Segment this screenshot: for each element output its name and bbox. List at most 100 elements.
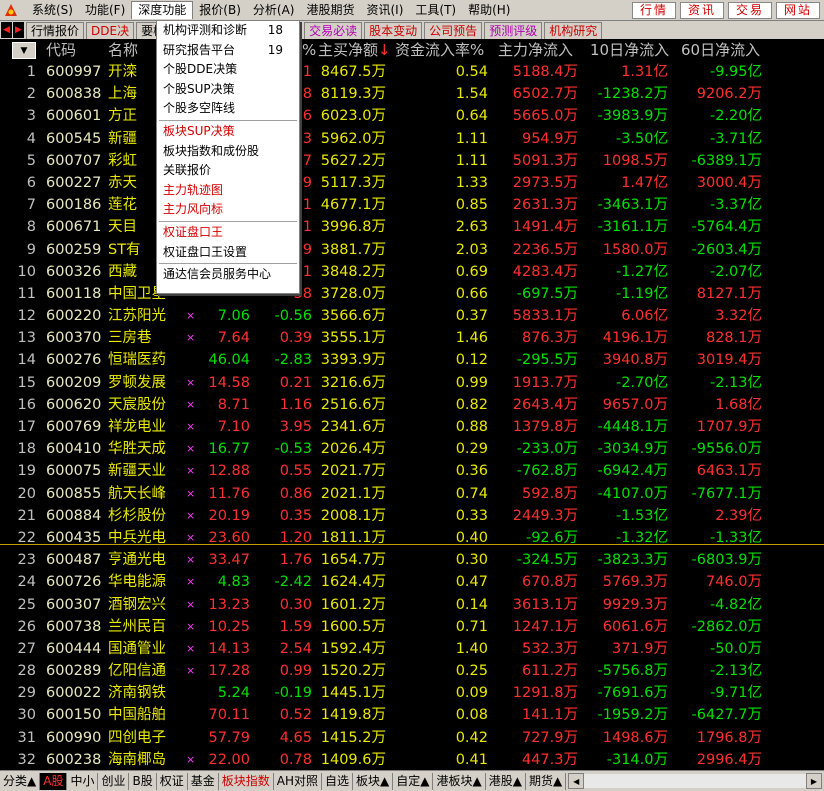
scroll-track[interactable] — [584, 774, 806, 788]
header-60d-net[interactable]: 60日净流入 — [681, 40, 760, 60]
menu-item-1[interactable]: 功能(F) — [79, 1, 131, 19]
table-row[interactable]: 32 600238 海南椰岛 × 22.00 0.78 1409.6万 0.41 447.3万 -… — [0, 749, 824, 771]
dropdown-item-9[interactable]: 主力轨迹图 — [157, 181, 299, 201]
menu-item-2[interactable]: 深度功能 — [131, 1, 194, 19]
table-row[interactable]: 21 600884 杉杉股份 × 20.19 0.35 2008.1万 0.33 2449.3万… — [0, 505, 824, 527]
table-row[interactable]: 26 600738 兰州民百 × 10.25 1.59 1600.5万 0.71 1247.1万… — [0, 616, 824, 638]
table-row[interactable]: 31 600990 四创电子 57.79 4.65 1415.2万 0.42 727.9万 14… — [0, 727, 824, 749]
table-row[interactable]: 19 600075 新疆天业 × 12.88 0.55 2021.7万 0.36 -762.8万… — [0, 460, 824, 482]
bottom-tab-3[interactable]: 创业 — [98, 772, 130, 790]
row-index: 9 — [26, 241, 36, 258]
header-10d-net[interactable]: 10日净流入 — [590, 40, 669, 60]
table-row[interactable]: 3 600601 方正 6 6023.0万 0.64 5665.0万 -3983.9万 -2.2… — [0, 105, 824, 127]
header-name[interactable]: 名称 — [108, 40, 138, 60]
bottom-tab-6[interactable]: 基金 — [188, 772, 219, 790]
table-row[interactable]: 10 600326 西藏 1 3848.2万 0.69 4283.4万 -1.27亿 -2.07… — [0, 261, 824, 283]
dropdown-item-label: 通达信会员服务中心 — [163, 267, 272, 282]
tab-8[interactable]: 预测评级 — [484, 21, 543, 39]
dropdown-item-8[interactable]: 关联报价 — [157, 161, 299, 181]
menu-item-7[interactable]: 工具(T) — [409, 1, 462, 19]
header-buy-amount[interactable]: 主买净额↓ — [318, 40, 391, 60]
tab-9[interactable]: 机构研究 — [544, 21, 603, 39]
ten-day-inflow: 1.31亿 — [621, 64, 668, 80]
menu-item-0[interactable]: 系统(S) — [26, 1, 79, 19]
table-row[interactable]: 2 600838 上海 8 8119.3万 1.54 6502.7万 -1238.2万 9206… — [0, 83, 824, 105]
table-row[interactable]: 25 600307 酒钢宏兴 × 13.23 0.30 1601.2万 0.14 3613.1万… — [0, 594, 824, 616]
bottom-tab-9[interactable]: 自选 — [322, 772, 354, 790]
bottom-tab-12[interactable]: 港板块▲ — [433, 772, 486, 790]
toolbar-button-2[interactable]: 交易 — [727, 1, 772, 19]
scroll-left-icon[interactable]: ◀ — [568, 773, 585, 789]
dropdown-item-1[interactable]: 研究报告平台 19 — [157, 41, 299, 61]
header-code[interactable]: 代码 — [46, 40, 76, 60]
bottom-tab-2[interactable]: 中小 — [67, 772, 99, 790]
bottom-tab-5[interactable]: 权证 — [157, 772, 188, 790]
table-row[interactable]: 12 600220 江苏阳光 × 7.06 -0.56 3566.6万 0.37 5833.1万… — [0, 305, 824, 327]
menu-item-3[interactable]: 报价(B) — [193, 1, 247, 19]
tab-6[interactable]: 股本变动 — [364, 21, 423, 39]
bottom-tab-8[interactable]: AH对照 — [274, 772, 322, 790]
table-row[interactable]: 22 600435 中兵光电 × 23.60 1.20 1811.1万 0.40 -92.6万 -… — [0, 527, 824, 549]
bottom-tab-11[interactable]: 自定▲ — [393, 772, 434, 790]
header-pct[interactable]: % — [302, 40, 316, 60]
table-row[interactable]: 9 600259 ST有 59 3881.7万 2.03 2236.5万 1580.0万 -26… — [0, 239, 824, 261]
dropdown-item-6[interactable]: 板块SUP决策 — [157, 122, 299, 142]
bottom-tab-4[interactable]: B股 — [129, 772, 157, 790]
tab-5[interactable]: 交易必读 — [304, 21, 363, 39]
dropdown-item-13[interactable]: 权证盘口王设置 — [157, 243, 299, 263]
table-row[interactable]: 28 600289 亿阳信通 × 17.28 0.99 1520.2万 0.25 611.2万 -… — [0, 660, 824, 682]
table-row[interactable]: 29 600022 济南钢铁 5.24 -0.19 1445.1万 0.09 1291.8万 -… — [0, 682, 824, 704]
tab-0[interactable]: 行情报价 — [26, 21, 85, 39]
toolbar-button-1[interactable]: 资讯 — [679, 1, 724, 19]
table-row[interactable]: 8 600671 天目 1 3996.8万 2.63 1491.4万 -3161.1万 -576… — [0, 216, 824, 238]
bottom-tab-13[interactable]: 港股▲ — [486, 772, 526, 790]
dropdown-item-0[interactable]: 机构评测和诊断 18 — [157, 21, 299, 41]
table-row[interactable]: 4 600545 新疆 3 5962.0万 1.11 954.9万 -3.50亿 -3.71亿 — [0, 128, 824, 150]
bottom-tab-10[interactable]: 板块▲ — [353, 772, 394, 790]
toolbar-button-3[interactable]: 网站 — [775, 1, 820, 19]
dropdown-item-4[interactable]: 个股多空阵线 — [157, 99, 299, 119]
menu-item-5[interactable]: 港股期货 — [300, 1, 360, 19]
table-row[interactable]: 16 600620 天宸股份 × 8.71 1.16 2516.6万 0.82 2643.4万 9… — [0, 394, 824, 416]
table-row[interactable]: 18 600410 华胜天成 × 16.77 -0.53 2026.4万 0.29 -233.0… — [0, 438, 824, 460]
bottom-tab-0[interactable]: 分类▲ — [0, 772, 41, 790]
dropdown-item-7[interactable]: 板块指数和成份股 — [157, 142, 299, 162]
table-row[interactable]: 14 600276 恒瑞医药 46.04 -2.83 3393.9万 0.12 -295.5万… — [0, 349, 824, 371]
tab-7[interactable]: 公司预告 — [424, 21, 483, 39]
dropdown-item-12[interactable]: 权证盘口王 — [157, 223, 299, 243]
table-row[interactable]: 20 600855 航天长峰 × 11.76 0.86 2021.1万 0.74 592.8万 -… — [0, 483, 824, 505]
bottom-tab-14[interactable]: 期货▲ — [526, 772, 567, 790]
bottom-tab-1[interactable]: A股 — [40, 772, 68, 790]
table-row[interactable]: 27 600444 国通管业 × 14.13 2.54 1592.4万 1.40 532.3万 3… — [0, 638, 824, 660]
table-row[interactable]: 30 600150 中国船舶 70.11 0.52 1419.8万 0.08 141.1万 -1… — [0, 704, 824, 726]
toolbar-button-0[interactable]: 行情 — [631, 1, 676, 19]
dropdown-item-10[interactable]: 主力风向标 — [157, 200, 299, 220]
table-row[interactable]: 7 600186 莲花 31 4677.1万 0.85 2631.3万 -3463.1万 -3.… — [0, 194, 824, 216]
app-logo-icon[interactable] — [2, 2, 20, 18]
tab-1[interactable]: DDE决 — [86, 21, 135, 39]
table-row[interactable]: 1 600997 开滦 1 8467.5万 0.54 5188.4万 1.31亿 -9.95亿 — [0, 61, 824, 83]
scroll-right-icon[interactable]: ▶ — [806, 773, 822, 789]
table-row[interactable]: 23 600487 亨通光电 × 33.47 1.76 1654.7万 0.30 -324.5万… — [0, 549, 824, 571]
table-row[interactable]: 15 600209 罗顿发展 × 14.58 0.21 3216.6万 0.99 1913.7万… — [0, 372, 824, 394]
dropdown-item-3[interactable]: 个股SUP决策 — [157, 80, 299, 100]
table-row[interactable]: 24 600726 华电能源 × 4.83 -2.42 1624.4万 0.47 670.8万 5… — [0, 571, 824, 593]
horizontal-scrollbar[interactable]: ◀ ▶ — [568, 773, 822, 789]
table-row[interactable]: 6 600227 赤天 09 5117.3万 1.33 2973.5万 1.47亿 3000.4… — [0, 172, 824, 194]
stock-code: 600370 — [46, 330, 102, 347]
menu-item-6[interactable]: 资讯(I) — [360, 1, 409, 19]
table-row[interactable]: 13 600370 三房巷 × 7.64 0.39 3555.1万 1.46 876.3万 419… — [0, 327, 824, 349]
column-select-dropdown-icon[interactable]: ▼ — [12, 42, 36, 59]
bottom-tab-7[interactable]: 板块指数 — [219, 772, 274, 790]
table-row[interactable]: 5 600707 彩虹 37 5627.2万 1.11 5091.3万 1098.5万 -638… — [0, 150, 824, 172]
table-row[interactable]: 17 600769 祥龙电业 × 7.10 3.95 2341.6万 0.88 1379.8万 -… — [0, 416, 824, 438]
menu-item-8[interactable]: 帮助(H) — [462, 1, 516, 19]
header-fund-rate[interactable]: 资金流入率% — [395, 40, 484, 60]
header-main-net[interactable]: 主力净流入 — [498, 40, 573, 60]
dropdown-item-2[interactable]: 个股DDE决策 — [157, 60, 299, 80]
table-row[interactable]: 11 600118 中国卫星 58 3728.0万 0.66 -697.5万 -1.19亿 81… — [0, 283, 824, 305]
menu-item-4[interactable]: 分析(A) — [247, 1, 301, 19]
tab-scroll-right-icon[interactable]: ▶ — [13, 22, 24, 38]
tab-scroll-left-icon[interactable]: ◀ — [1, 22, 12, 38]
dropdown-item-15[interactable]: 通达信会员服务中心 — [157, 265, 299, 285]
